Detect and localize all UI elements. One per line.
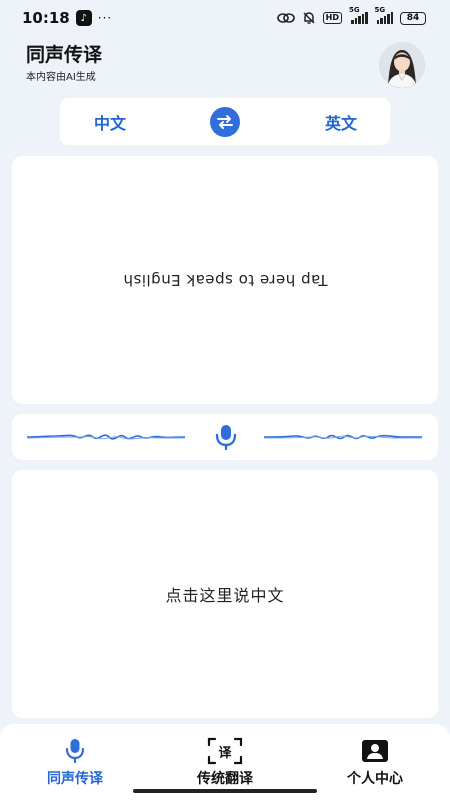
- chinese-speak-area[interactable]: 点击这里说中文: [12, 470, 438, 718]
- target-language-button[interactable]: 英文: [325, 110, 357, 134]
- avatar[interactable]: [379, 42, 425, 88]
- tab-profile[interactable]: 个人中心: [315, 738, 435, 788]
- language-switcher: 中文 英文: [60, 98, 390, 145]
- status-time: 10:18: [22, 9, 70, 27]
- status-bar: 10:18 ♪ ··· HD 5G 5G 84: [0, 0, 450, 36]
- page-title: 同声传译: [26, 44, 103, 66]
- tab-label: 个人中心: [347, 771, 403, 787]
- tab-label: 传统翻译: [197, 771, 253, 787]
- swap-arrows-icon: [217, 115, 233, 129]
- voice-bar: [12, 414, 438, 460]
- translate-icon: 译: [207, 737, 243, 765]
- english-speak-area[interactable]: Tap here to speak English: [12, 156, 438, 404]
- english-prompt: Tap here to speak English: [122, 271, 328, 289]
- microphone-icon: [215, 425, 237, 451]
- home-indicator[interactable]: [133, 789, 317, 793]
- tab-traditional-translation[interactable]: 译 传统翻译: [165, 737, 285, 788]
- waveform-right: [264, 434, 422, 440]
- waveform-left: [27, 434, 185, 440]
- link-icon: [276, 12, 295, 24]
- profile-icon: [360, 738, 390, 764]
- more-notifications-icon: ···: [97, 11, 113, 25]
- translate-glyph: 译: [218, 745, 232, 761]
- source-language-button[interactable]: 中文: [94, 110, 126, 134]
- mute-bell-icon: [302, 11, 316, 25]
- header: 同声传译 本内容由AI生成: [26, 44, 102, 83]
- tab-label: 同声传译: [47, 771, 103, 787]
- tiktok-icon: ♪: [75, 10, 92, 26]
- chinese-prompt: 点击这里说中文: [165, 586, 285, 605]
- signal-icon: 5G: [349, 6, 368, 24]
- battery-icon: 84: [400, 11, 426, 25]
- signal-icon-2: 5G: [375, 6, 393, 24]
- mic-icon: [60, 738, 90, 764]
- tab-simultaneous-interpretation[interactable]: 同声传译: [15, 738, 135, 788]
- microphone-button[interactable]: [212, 423, 240, 451]
- hd-badge: HD: [322, 12, 342, 24]
- swap-language-button[interactable]: [210, 107, 240, 137]
- ai-disclaimer: 本内容由AI生成: [26, 72, 96, 83]
